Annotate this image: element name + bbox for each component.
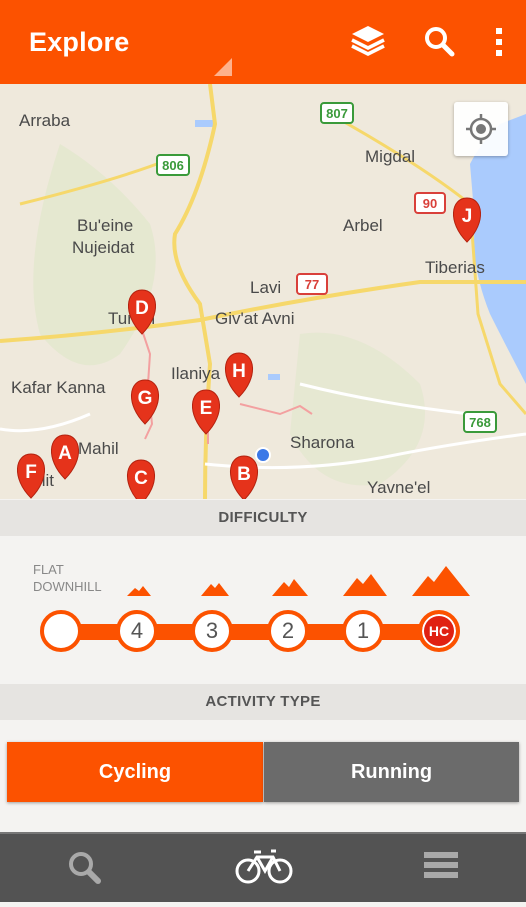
- bottom-nav: [0, 832, 526, 902]
- difficulty-flat[interactable]: [40, 610, 82, 652]
- place-label: Ilaniya: [171, 364, 221, 383]
- place-label: Bu'eine: [77, 216, 133, 235]
- difficulty-3[interactable]: 3: [191, 610, 233, 652]
- crosshair-icon: [466, 114, 496, 144]
- overflow-menu-icon[interactable]: [480, 22, 520, 62]
- mountain-icon-hc: [412, 566, 470, 596]
- app-bar: Explore: [0, 0, 526, 84]
- svg-text:A: A: [58, 443, 72, 464]
- difficulty-2[interactable]: 2: [267, 610, 309, 652]
- map-marker-e[interactable]: E: [192, 389, 220, 435]
- svg-text:G: G: [138, 388, 153, 409]
- svg-text:H: H: [232, 361, 246, 382]
- nav-search-icon[interactable]: [34, 834, 134, 902]
- place-label: Yavne'el: [367, 478, 430, 497]
- cycling-button[interactable]: Cycling: [7, 742, 263, 802]
- activity-panel: Cycling Running: [0, 720, 526, 826]
- map-marker-f[interactable]: F: [17, 453, 45, 499]
- road-shield-90: 90: [423, 196, 437, 211]
- layers-icon[interactable]: [348, 22, 388, 62]
- place-label: Tiberias: [425, 258, 485, 277]
- map-marker-c[interactable]: C: [127, 459, 155, 499]
- place-label: Arraba: [19, 111, 71, 130]
- map-marker-h[interactable]: H: [225, 352, 253, 398]
- my-location-button[interactable]: [454, 102, 508, 156]
- mountain-icon-4: [127, 586, 151, 596]
- road-shield-768: 768: [469, 415, 491, 430]
- page-title[interactable]: Explore: [29, 27, 129, 58]
- mountain-icon-3: [201, 583, 229, 596]
- map-view[interactable]: Arraba Migdal Bu'eine Nujeidat Arbel Tib…: [0, 84, 526, 499]
- svg-text:J: J: [462, 206, 473, 227]
- search-icon[interactable]: [420, 22, 460, 62]
- svg-text:F: F: [25, 462, 37, 483]
- difficulty-4[interactable]: 4: [116, 610, 158, 652]
- running-button[interactable]: Running: [264, 742, 519, 802]
- difficulty-header: DIFFICULTY: [0, 500, 526, 536]
- dropdown-indicator-icon[interactable]: [214, 58, 232, 76]
- place-label: Arbel: [343, 216, 383, 235]
- map-marker-g[interactable]: G: [131, 379, 159, 425]
- place-label: Kafar Kanna: [11, 378, 106, 397]
- place-label: Giv'at Avni: [215, 309, 294, 328]
- svg-text:C: C: [134, 468, 148, 489]
- svg-text:B: B: [237, 464, 251, 485]
- activity-type-header: ACTIVITY TYPE: [0, 684, 526, 720]
- mountain-icon-1: [343, 574, 387, 596]
- svg-text:D: D: [135, 298, 149, 319]
- mountain-icon-2: [272, 579, 308, 596]
- map-marker-a[interactable]: A: [51, 434, 79, 480]
- difficulty-panel: FLAT DOWNHILL 4 3 2 1 HC: [0, 536, 526, 684]
- flat-downhill-label: FLAT DOWNHILL: [33, 562, 102, 594]
- place-label: Sharona: [290, 433, 355, 452]
- nav-list-icon[interactable]: [392, 834, 492, 902]
- svg-text:E: E: [200, 398, 213, 419]
- map-marker-b[interactable]: B: [230, 455, 258, 499]
- place-label: Mahil: [78, 439, 119, 458]
- road-shield-806: 806: [162, 158, 184, 173]
- difficulty-hc[interactable]: HC: [418, 610, 460, 652]
- road-shield-807: 807: [326, 106, 348, 121]
- difficulty-1[interactable]: 1: [342, 610, 384, 652]
- road-shield-77: 77: [305, 277, 319, 292]
- place-label: Migdal: [365, 147, 415, 166]
- place-label: Lavi: [250, 278, 281, 297]
- place-label: Nujeidat: [72, 238, 135, 257]
- nav-bike-icon[interactable]: [213, 834, 313, 902]
